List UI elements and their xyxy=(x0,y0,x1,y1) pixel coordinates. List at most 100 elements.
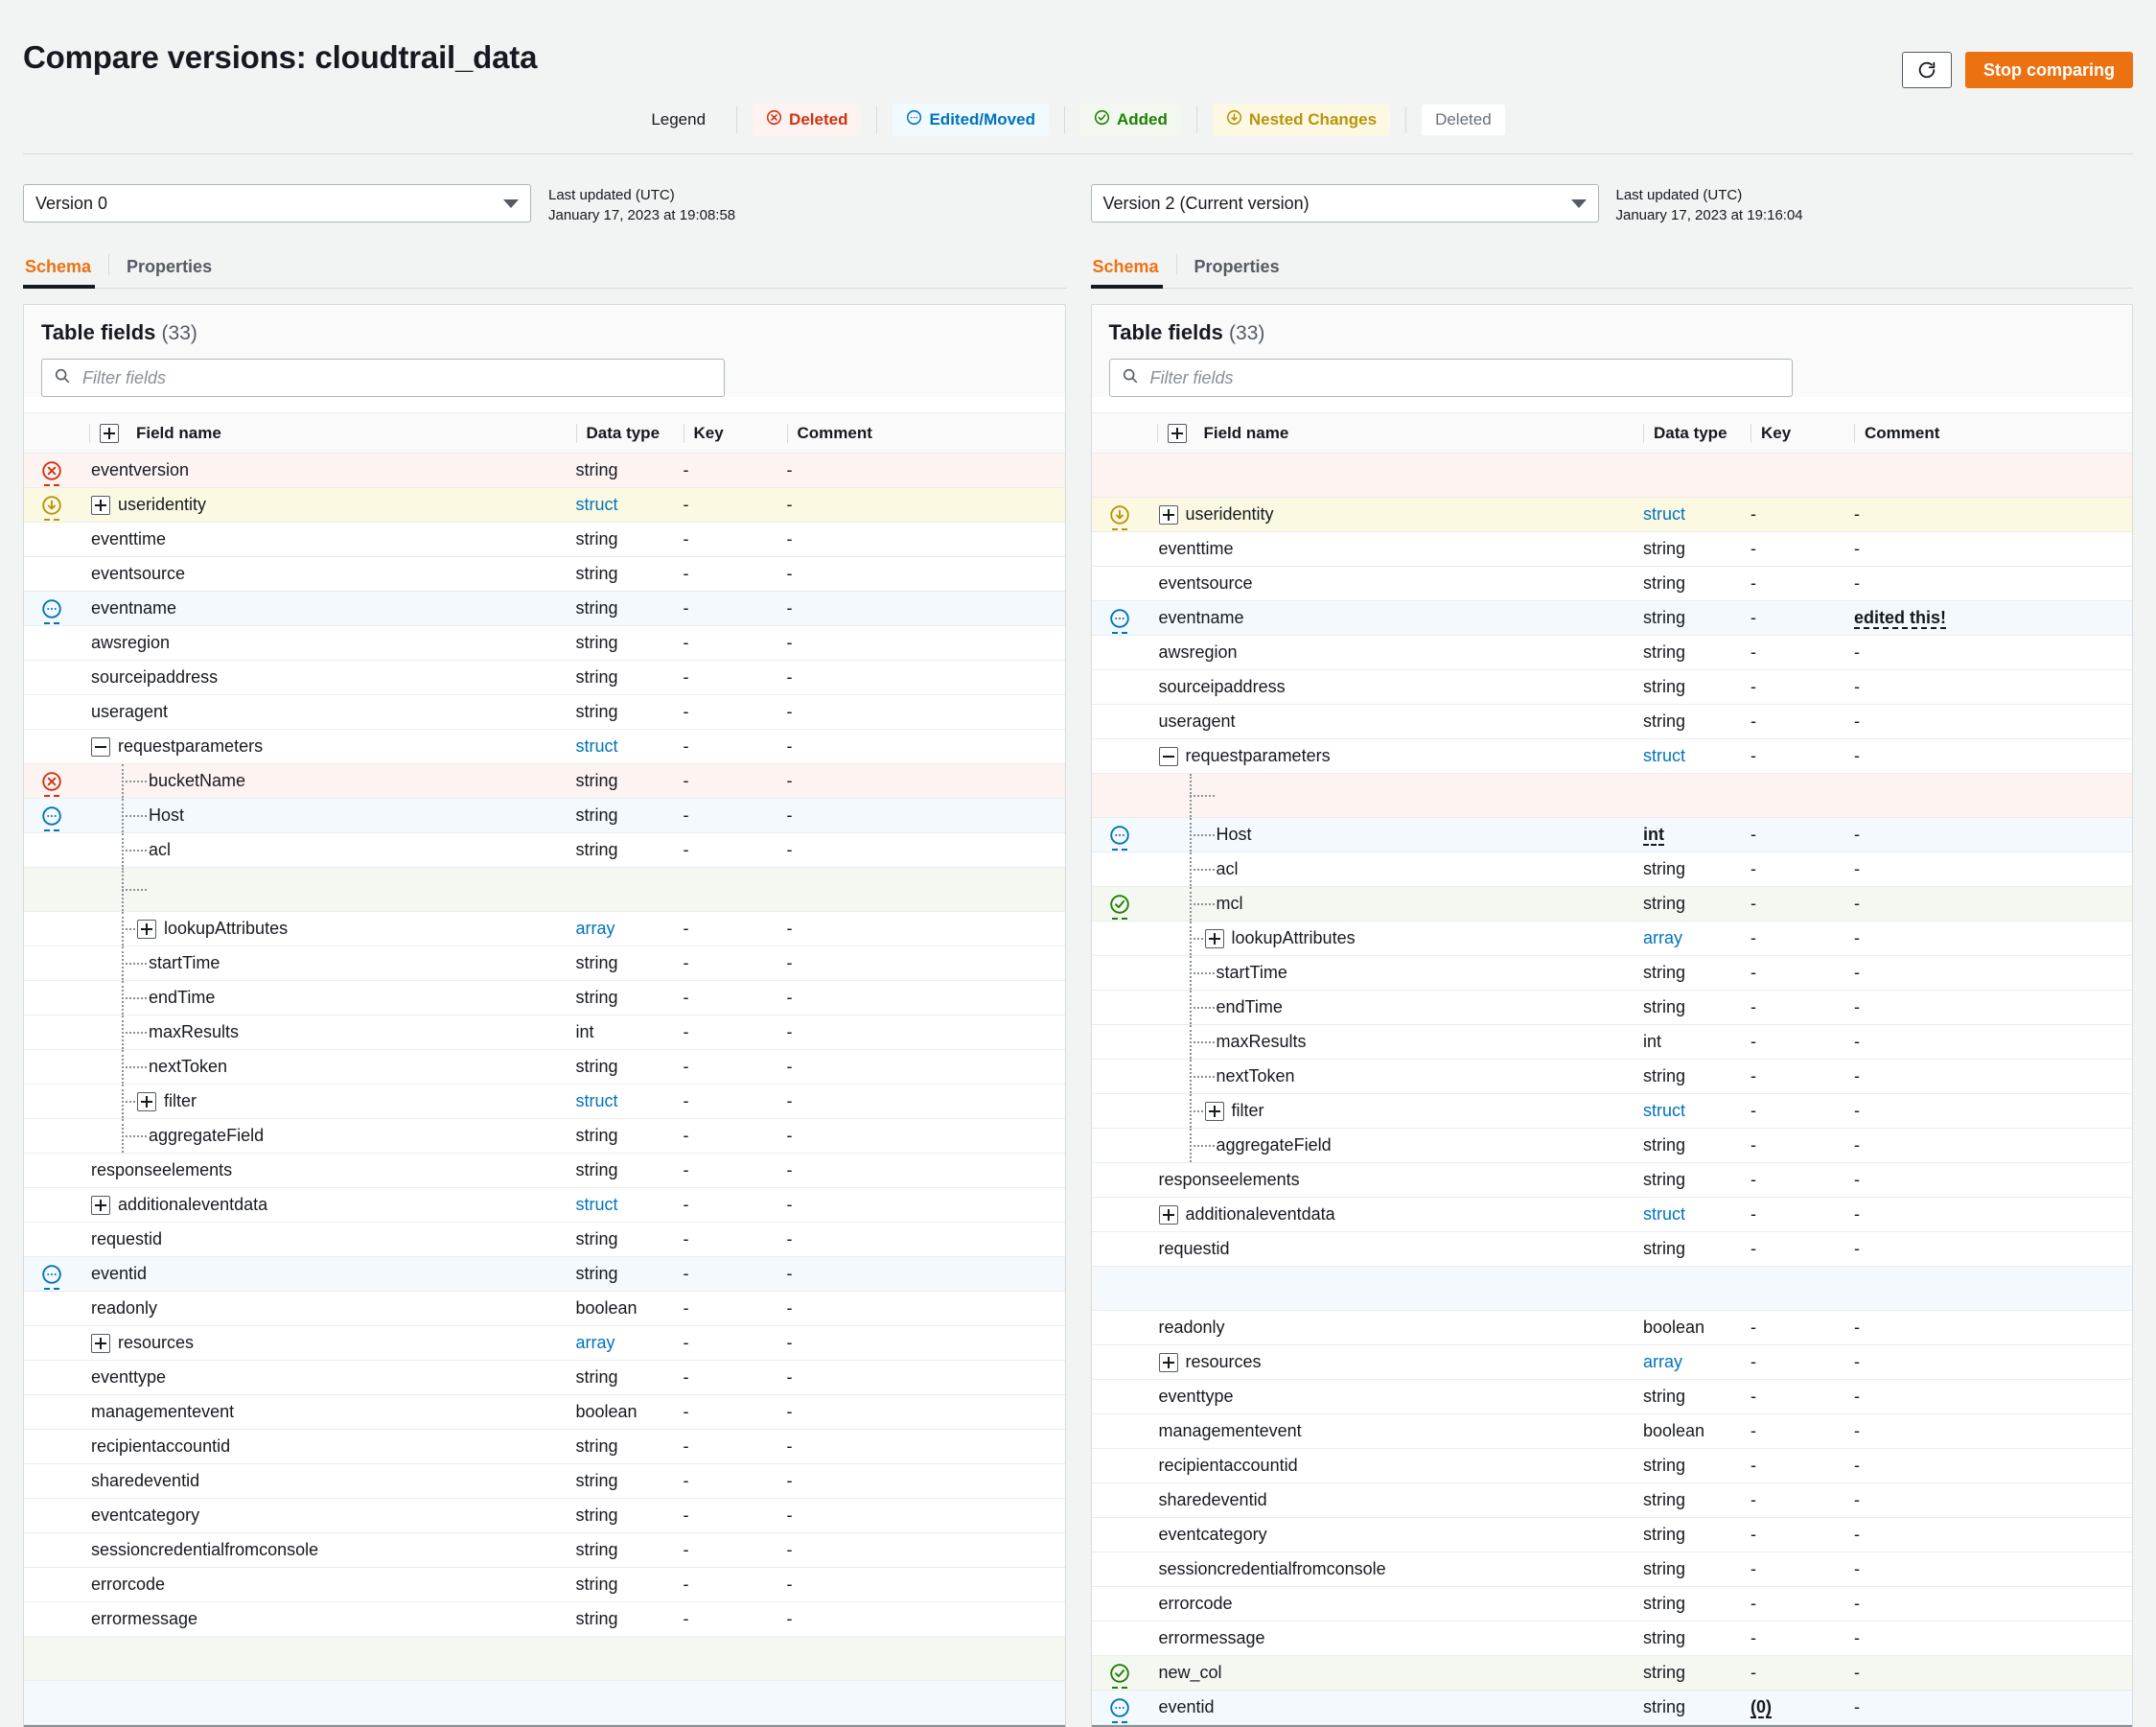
expand-all-icon[interactable] xyxy=(100,423,119,443)
table-row[interactable]: endTime string - - xyxy=(24,980,1065,1015)
table-row[interactable]: eventtype string - - xyxy=(1091,1379,2132,1414)
table-row[interactable]: endTime string - - xyxy=(1091,990,2132,1025)
expand-icon[interactable] xyxy=(1204,928,1224,948)
right-filter-wrap[interactable] xyxy=(1108,359,1793,397)
table-row[interactable]: readonly boolean - - xyxy=(24,1291,1065,1326)
data-type-value: int xyxy=(1643,824,1664,846)
table-row[interactable] xyxy=(1091,453,2132,498)
table-row[interactable]: useridentity struct - - xyxy=(1091,497,2132,532)
table-row[interactable]: sourceipaddress string - - xyxy=(1091,669,2132,705)
right-filter-input[interactable] xyxy=(1148,366,1780,389)
expand-icon[interactable] xyxy=(91,1333,110,1353)
expand-icon[interactable] xyxy=(137,919,156,939)
table-row[interactable]: lookupAttributes array - - xyxy=(1091,921,2132,956)
table-row[interactable]: startTime string - - xyxy=(24,945,1065,981)
stop-comparing-button[interactable]: Stop comparing xyxy=(1964,52,2133,88)
expand-icon[interactable] xyxy=(1204,1101,1224,1121)
table-row[interactable]: aggregateField string - - xyxy=(1091,1128,2132,1163)
table-row[interactable]: requestid string - - xyxy=(24,1222,1065,1257)
table-row[interactable]: nextToken string - - xyxy=(24,1049,1065,1085)
table-row[interactable]: sharedeventid string - - xyxy=(1091,1482,2132,1518)
table-row[interactable]: recipientaccountid string - - xyxy=(24,1429,1065,1464)
table-row[interactable]: eventcategory string - - xyxy=(24,1498,1065,1533)
table-row[interactable]: resources array - - xyxy=(1091,1344,2132,1380)
expand-all-icon[interactable] xyxy=(1167,423,1187,443)
table-row[interactable]: eventid string (0) - xyxy=(1091,1690,2132,1725)
table-row[interactable]: responseelements string - - xyxy=(24,1153,1065,1188)
table-row[interactable]: acl string - - xyxy=(24,832,1065,868)
left-filter-wrap[interactable] xyxy=(41,359,725,397)
table-row[interactable]: requestparameters struct - - xyxy=(24,729,1065,764)
table-row[interactable]: additionaleventdata struct - - xyxy=(24,1187,1065,1223)
collapse-icon[interactable] xyxy=(91,736,110,757)
table-row[interactable]: new_col string - - xyxy=(1091,1655,2132,1691)
table-row[interactable]: Host string - - xyxy=(24,798,1065,833)
table-row[interactable]: eventcategory string - - xyxy=(1091,1517,2132,1552)
tab-schema-right[interactable]: Schema xyxy=(1090,257,1176,289)
expand-icon[interactable] xyxy=(1158,1204,1178,1225)
table-row[interactable]: bucketName string - - xyxy=(24,763,1065,799)
table-row[interactable]: mcl string - - xyxy=(1091,886,2132,922)
table-row[interactable]: eventtype string - - xyxy=(24,1360,1065,1395)
row-key-cell: - xyxy=(1741,600,1844,636)
table-row[interactable]: eventsource string - - xyxy=(24,556,1065,592)
table-row[interactable]: requestid string - - xyxy=(1091,1231,2132,1267)
table-row[interactable] xyxy=(1091,773,2132,818)
table-row[interactable] xyxy=(24,867,1065,912)
expand-icon[interactable] xyxy=(1158,1352,1178,1372)
table-row[interactable] xyxy=(24,1636,1065,1681)
table-row[interactable]: eventtime string - - xyxy=(24,522,1065,557)
table-row[interactable]: resources array - - xyxy=(24,1325,1065,1361)
tab-properties-left[interactable]: Properties xyxy=(109,257,229,288)
table-row[interactable]: useridentity struct - - xyxy=(24,487,1065,523)
table-row[interactable]: filter struct - - xyxy=(1091,1093,2132,1129)
tab-properties-right[interactable]: Properties xyxy=(1177,257,1297,288)
left-version-select[interactable]: Version 0 xyxy=(23,184,531,222)
table-row[interactable]: Host int - - xyxy=(1091,817,2132,852)
refresh-button[interactable] xyxy=(1901,52,1952,88)
expand-icon[interactable] xyxy=(137,1091,156,1111)
table-row[interactable]: startTime string - - xyxy=(1091,955,2132,991)
table-row[interactable]: eventsource string - - xyxy=(1091,566,2132,601)
table-row[interactable]: awsregion string - - xyxy=(1091,635,2132,670)
expand-icon[interactable] xyxy=(1158,504,1178,525)
table-row[interactable]: managementevent boolean - - xyxy=(1091,1413,2132,1449)
table-row[interactable]: eventversion string - - xyxy=(24,453,1065,488)
table-row[interactable]: eventname string - - xyxy=(24,591,1065,626)
table-row[interactable]: sessioncredentialfromconsole string - - xyxy=(24,1532,1065,1568)
table-row[interactable] xyxy=(24,1680,1065,1725)
table-row[interactable]: acl string - - xyxy=(1091,852,2132,887)
table-row[interactable]: aggregateField string - - xyxy=(24,1118,1065,1154)
table-row[interactable]: sharedeventid string - - xyxy=(24,1463,1065,1499)
table-row[interactable]: lookupAttributes array - - xyxy=(24,911,1065,946)
table-row[interactable] xyxy=(1091,1266,2132,1311)
expand-icon[interactable] xyxy=(91,1195,110,1215)
table-row[interactable]: requestparameters struct - - xyxy=(1091,738,2132,774)
tab-schema-left[interactable]: Schema xyxy=(23,257,108,289)
table-row[interactable]: responseelements string - - xyxy=(1091,1162,2132,1198)
table-row[interactable]: errorcode string - - xyxy=(24,1567,1065,1602)
collapse-icon[interactable] xyxy=(1158,746,1178,766)
table-row[interactable]: maxResults int - - xyxy=(1091,1024,2132,1060)
table-row[interactable]: errormessage string - - xyxy=(24,1601,1065,1637)
table-row[interactable]: sessioncredentialfromconsole string - - xyxy=(1091,1552,2132,1587)
table-row[interactable]: awsregion string - - xyxy=(24,625,1065,661)
right-version-select[interactable]: Version 2 (Current version) xyxy=(1090,184,1599,222)
expand-icon[interactable] xyxy=(91,495,110,515)
table-row[interactable]: eventid string - - xyxy=(24,1256,1065,1292)
table-row[interactable]: managementevent boolean - - xyxy=(24,1394,1065,1430)
table-row[interactable]: nextToken string - - xyxy=(1091,1059,2132,1094)
table-row[interactable]: errorcode string - - xyxy=(1091,1586,2132,1622)
table-row[interactable]: readonly boolean - - xyxy=(1091,1310,2132,1345)
table-row[interactable]: filter struct - - xyxy=(24,1084,1065,1119)
table-row[interactable]: additionaleventdata struct - - xyxy=(1091,1197,2132,1232)
table-row[interactable]: recipientaccountid string - - xyxy=(1091,1448,2132,1483)
table-row[interactable]: eventname string - edited this! xyxy=(1091,600,2132,636)
table-row[interactable]: sourceipaddress string - - xyxy=(24,660,1065,695)
table-row[interactable]: eventtime string - - xyxy=(1091,531,2132,567)
table-row[interactable]: maxResults int - - xyxy=(24,1015,1065,1050)
table-row[interactable]: useragent string - - xyxy=(1091,704,2132,739)
left-filter-input[interactable] xyxy=(81,366,712,389)
table-row[interactable]: errormessage string - - xyxy=(1091,1621,2132,1656)
table-row[interactable]: useragent string - - xyxy=(24,694,1065,730)
